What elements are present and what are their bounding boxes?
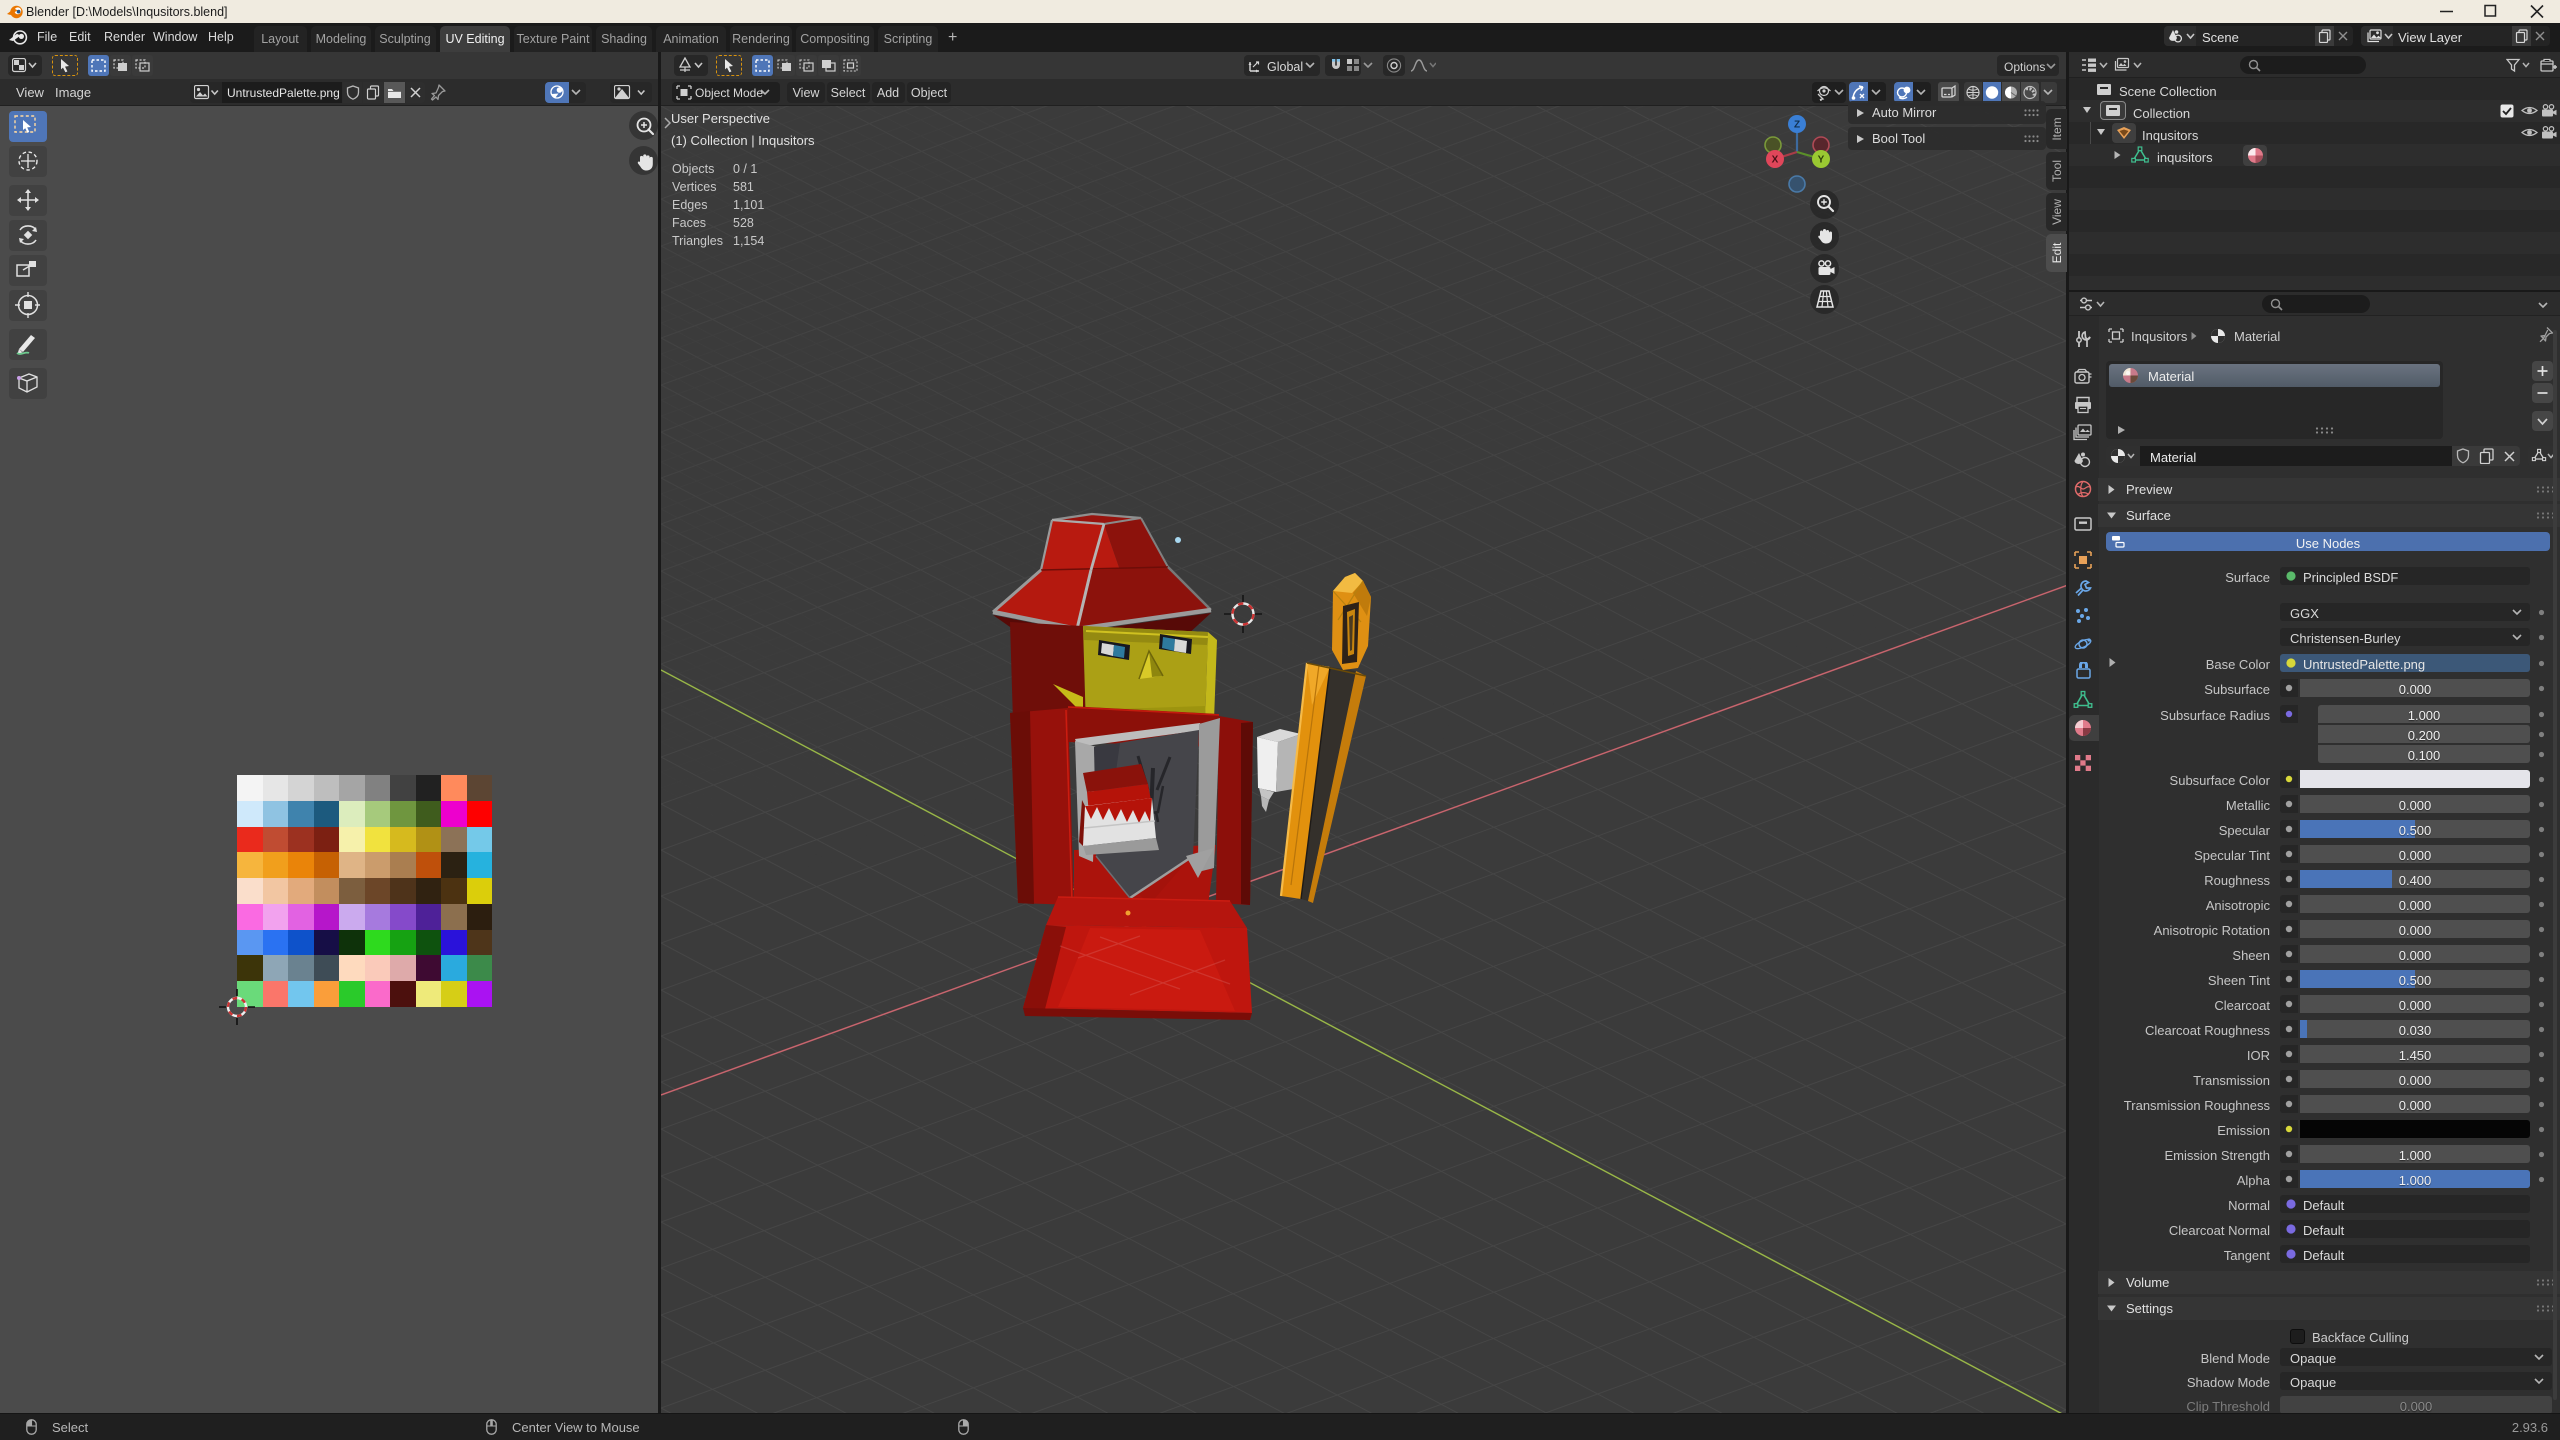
svg-text:Z: Z — [1794, 120, 1800, 131]
svg-text:X: X — [1772, 155, 1779, 166]
svg-text:Y: Y — [1818, 155, 1825, 166]
